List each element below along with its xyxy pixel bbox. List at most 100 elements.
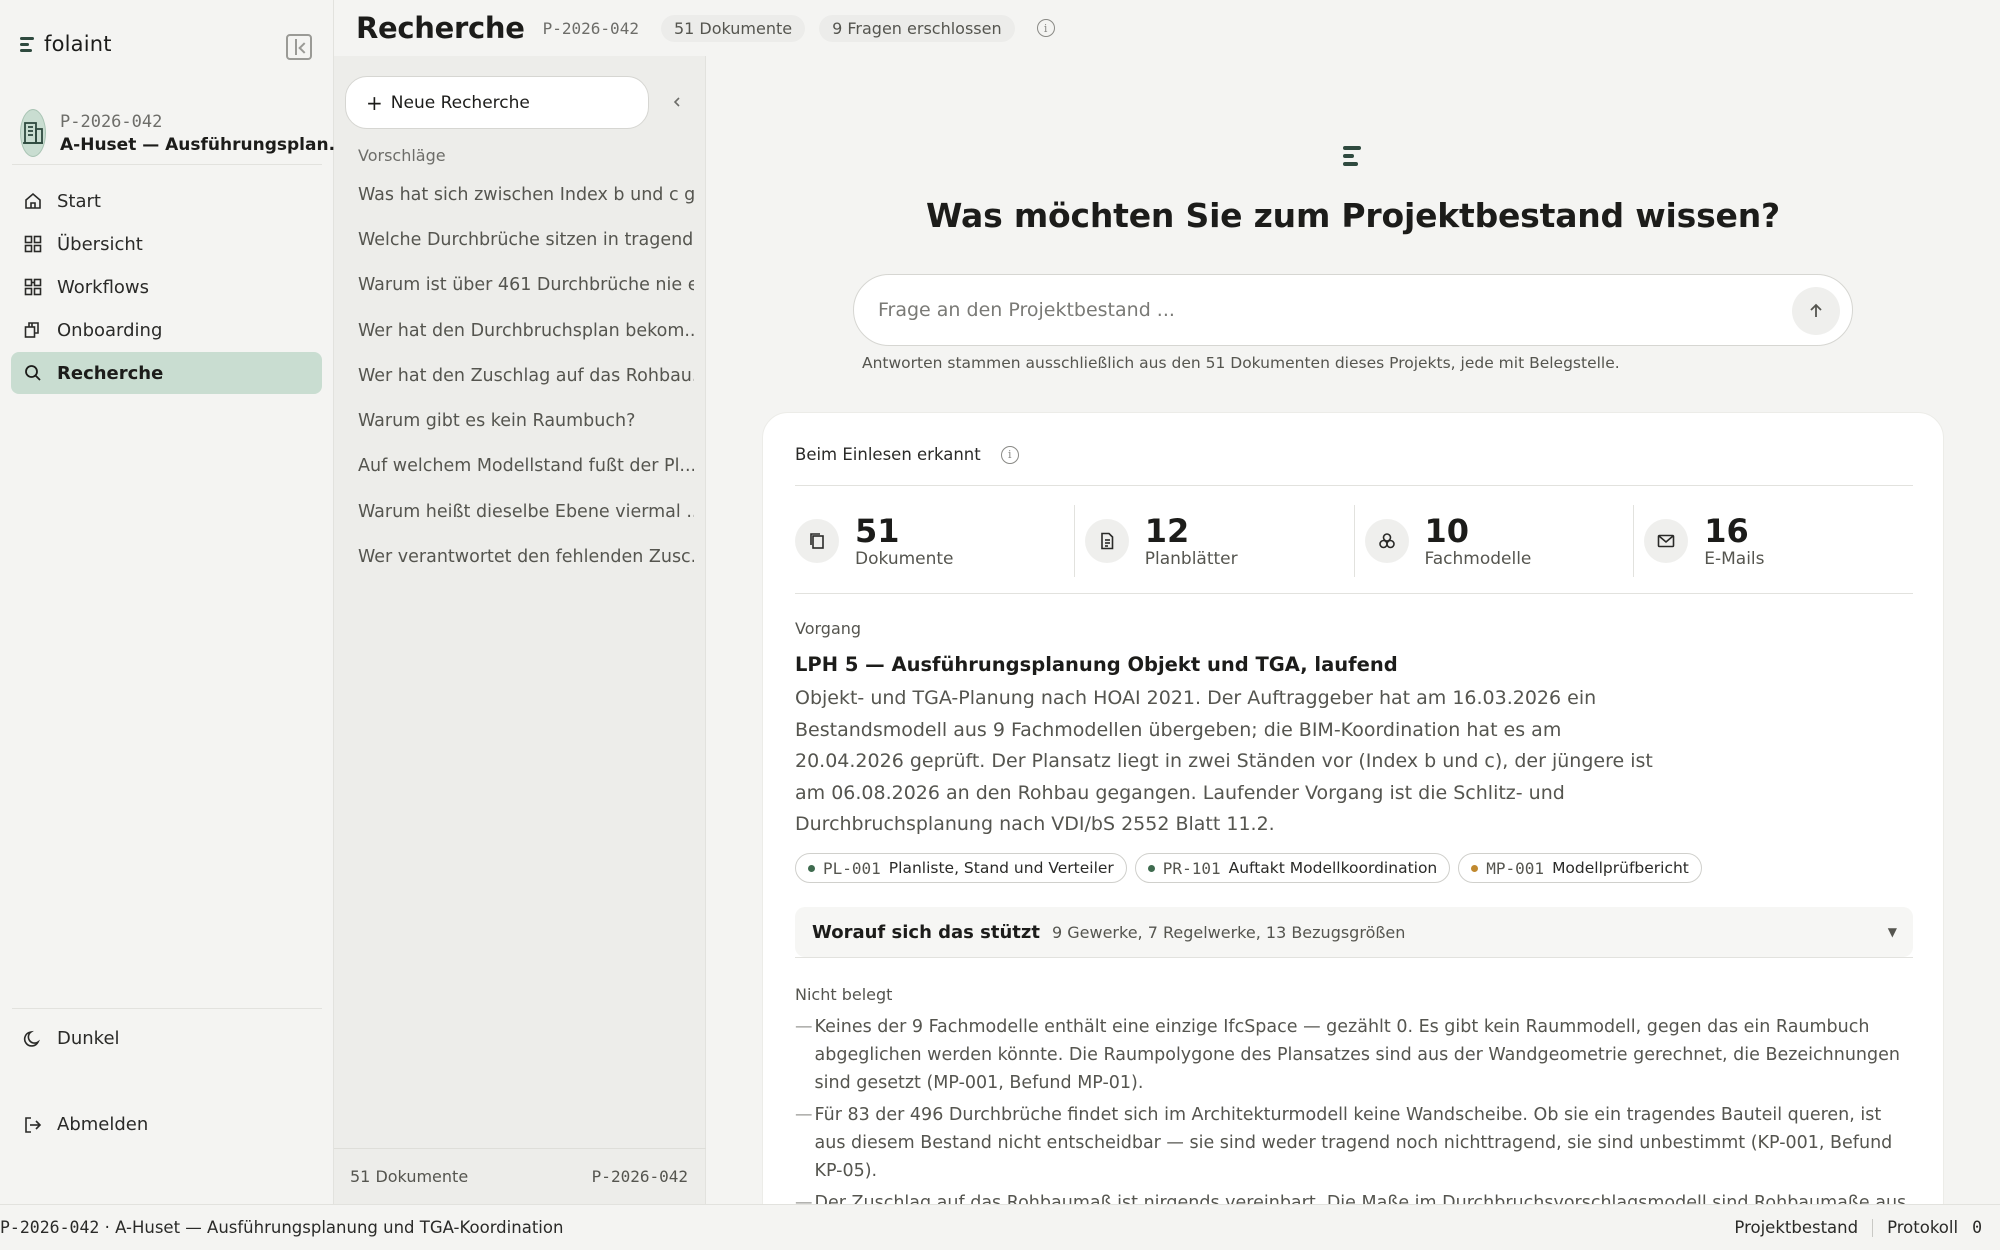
process-label: Vorgang <box>795 619 862 638</box>
status-dot <box>1471 864 1479 872</box>
theme-label: Dunkel <box>57 1028 120 1049</box>
insight-card: Beim Einlesen erkannt i 51 Dokumente 12 … <box>762 412 1944 1204</box>
basis-title: Worauf sich das stützt <box>812 921 1040 943</box>
missing-text: Der Zuschlag auf das Rohbaumaß ist nirge… <box>814 1193 1907 1204</box>
nav-item-uebersicht[interactable]: Übersicht <box>11 223 322 265</box>
brand-logo-icon <box>20 36 34 52</box>
send-button[interactable] <box>1792 287 1840 335</box>
logout-label: Abmelden <box>57 1114 149 1135</box>
sidebar: folaint P-2026-042 A-Huset — Ausführungs… <box>0 0 348 1204</box>
search-icon <box>23 363 43 383</box>
sidebar-divider <box>12 164 322 165</box>
references: PL-001 Planliste, Stand und Verteiler PR… <box>795 853 1702 883</box>
card-divider <box>795 485 1913 486</box>
info-icon[interactable]: i <box>1000 445 1019 464</box>
card-heading-text: Beim Einlesen erkannt <box>795 445 981 464</box>
status-dot <box>1147 864 1155 872</box>
reference-code: PR-101 <box>1162 858 1221 878</box>
nav-item-recherche[interactable]: Recherche <box>11 352 322 394</box>
caret-down-icon: ▼ <box>1887 925 1897 939</box>
suggestion-item[interactable]: Auf welchem Modellstand fußt der Pl... <box>358 444 694 489</box>
process-title: LPH 5 — Ausführungsplanung Objekt und TG… <box>795 653 1398 676</box>
status-divider <box>1872 1218 1874 1237</box>
reference-label: Modellprüfbericht <box>1552 859 1689 877</box>
projektbestand-link[interactable]: Projektbestand <box>1734 1218 1858 1237</box>
basis-accordion[interactable]: Worauf sich das stützt 9 Gewerke, 7 Rege… <box>795 907 1913 957</box>
reference-label: Planliste, Stand und Verteiler <box>888 859 1114 877</box>
stat-models: 10 Fachmodelle <box>1355 505 1635 577</box>
sidebar-divider <box>12 1008 322 1009</box>
stat-value: 10 <box>1424 512 1470 550</box>
logout-button[interactable]: Abmelden <box>23 1114 148 1135</box>
reference-chip[interactable]: MP-001 Modellprüfbericht <box>1458 853 1702 883</box>
answer-hint: Antworten stammen ausschließlich aus den… <box>862 354 1620 372</box>
process-body: Objekt- und TGA-Planung nach HOAI 2021. … <box>795 687 1653 835</box>
nav-label: Start <box>57 190 101 212</box>
suggestion-item[interactable]: Warum gibt es kein Raumbuch? <box>358 398 694 443</box>
sheet-icon <box>1084 519 1129 563</box>
reference-chip[interactable]: PL-001 Planliste, Stand und Verteiler <box>795 853 1127 883</box>
suggestion-item[interactable]: Warum ist über 461 Durchbrüche nie e... <box>358 263 694 308</box>
suggestions-panel: + Neue Recherche Vorschläge Was hat sich… <box>334 56 706 1204</box>
info-icon[interactable]: i <box>1036 19 1055 37</box>
missing-text: Keines der 9 Fachmodelle enthält eine ei… <box>814 1017 1901 1093</box>
list-item: — Der Zuschlag auf das Rohbaumaß ist nir… <box>795 1189 1913 1204</box>
nav-label: Onboarding <box>57 319 163 341</box>
documents-badge: 51 Dokumente <box>660 14 806 42</box>
documents-icon <box>795 519 839 563</box>
building-icon <box>20 109 46 157</box>
suggestion-item[interactable]: Wer hat den Zuschlag auf das Rohbau... <box>358 353 694 398</box>
suggestion-item[interactable]: Wer verantwortet den fehlenden Zusc... <box>358 534 694 579</box>
plus-icon: + <box>366 90 383 115</box>
stats-row: 51 Dokumente 12 Planblätter 10 Fachmodel… <box>795 505 1913 577</box>
project-switcher[interactable]: P-2026-042 A-Huset — Ausführungsplan... <box>20 104 348 162</box>
nav-label: Übersicht <box>57 233 143 255</box>
status-project-id: P-2026-042 <box>0 1218 100 1237</box>
chevron-left-icon[interactable] <box>670 94 684 108</box>
stat-documents: 51 Dokumente <box>795 505 1075 577</box>
project-name: A-Huset — Ausführungsplan... <box>60 134 348 155</box>
nav-label: Recherche <box>57 362 164 384</box>
status-actions: Projektbestand Protokoll 0 <box>1734 1218 1982 1237</box>
brand-name: folaint <box>44 32 112 56</box>
brand[interactable]: folaint <box>20 32 112 56</box>
footer-documents: 51 Dokumente <box>350 1167 469 1186</box>
reference-code: PL-001 <box>823 858 881 878</box>
moon-icon <box>23 1029 43 1049</box>
page-title: Recherche <box>356 11 525 45</box>
project-id: P-2026-042 <box>60 111 163 132</box>
dash-icon: — <box>795 1193 813 1204</box>
list-item: — Für 83 der 496 Durchbrüche findet sich… <box>795 1101 1913 1185</box>
reference-code: MP-001 <box>1486 858 1545 878</box>
page-header: Recherche P-2026-042 51 Dokumente 9 Frag… <box>334 0 2000 56</box>
main-content: Was möchten Sie zum Projektbestand wisse… <box>706 56 2000 1204</box>
question-input[interactable] <box>878 299 1758 321</box>
basis-summary: 9 Gewerke, 7 Regelwerke, 13 Bezugsgrößen <box>1051 922 1406 942</box>
stat-emails: 16 E-Mails <box>1634 505 1913 577</box>
suggestion-item[interactable]: Wer hat den Durchbruchsplan bekom... <box>358 308 694 353</box>
reference-chip[interactable]: PR-101 Auftakt Modellkoordination <box>1134 853 1451 883</box>
suggestion-item[interactable]: Was hat sich zwischen Index b und c g... <box>358 172 694 217</box>
nav-item-workflows[interactable]: Workflows <box>11 266 322 308</box>
nav-item-onboarding[interactable]: Onboarding <box>11 309 322 351</box>
sidebar-collapse-icon[interactable] <box>286 34 312 60</box>
suggestion-item[interactable]: Warum heißt dieselbe Ebene viermal ... <box>358 489 694 534</box>
stat-label: E-Mails <box>1704 549 1765 569</box>
suggestion-item[interactable]: Welche Durchbrüche sitzen in tragend... <box>358 217 694 262</box>
theme-toggle[interactable]: Dunkel <box>23 1028 120 1049</box>
models-icon <box>1364 519 1409 563</box>
question-heading: Was möchten Sie zum Projektbestand wisse… <box>926 196 1780 235</box>
protokoll-link[interactable]: Protokoll <box>1887 1218 1958 1237</box>
new-research-button[interactable]: + Neue Recherche <box>345 76 649 129</box>
protokoll-count: 0 <box>1972 1218 1982 1237</box>
list-item: — Keines der 9 Fachmodelle enthält eine … <box>795 1013 1913 1097</box>
home-icon <box>23 191 43 211</box>
card-heading: Beim Einlesen erkannt i <box>795 445 1019 464</box>
card-divider <box>795 957 1913 958</box>
card-divider <box>795 593 1913 594</box>
nav-item-start[interactable]: Start <box>11 180 322 222</box>
header-project-id: P-2026-042 <box>542 18 639 38</box>
workflows-icon <box>23 277 43 297</box>
reference-label: Auftakt Modellkoordination <box>1228 859 1438 877</box>
dash-icon: — <box>795 1017 813 1037</box>
